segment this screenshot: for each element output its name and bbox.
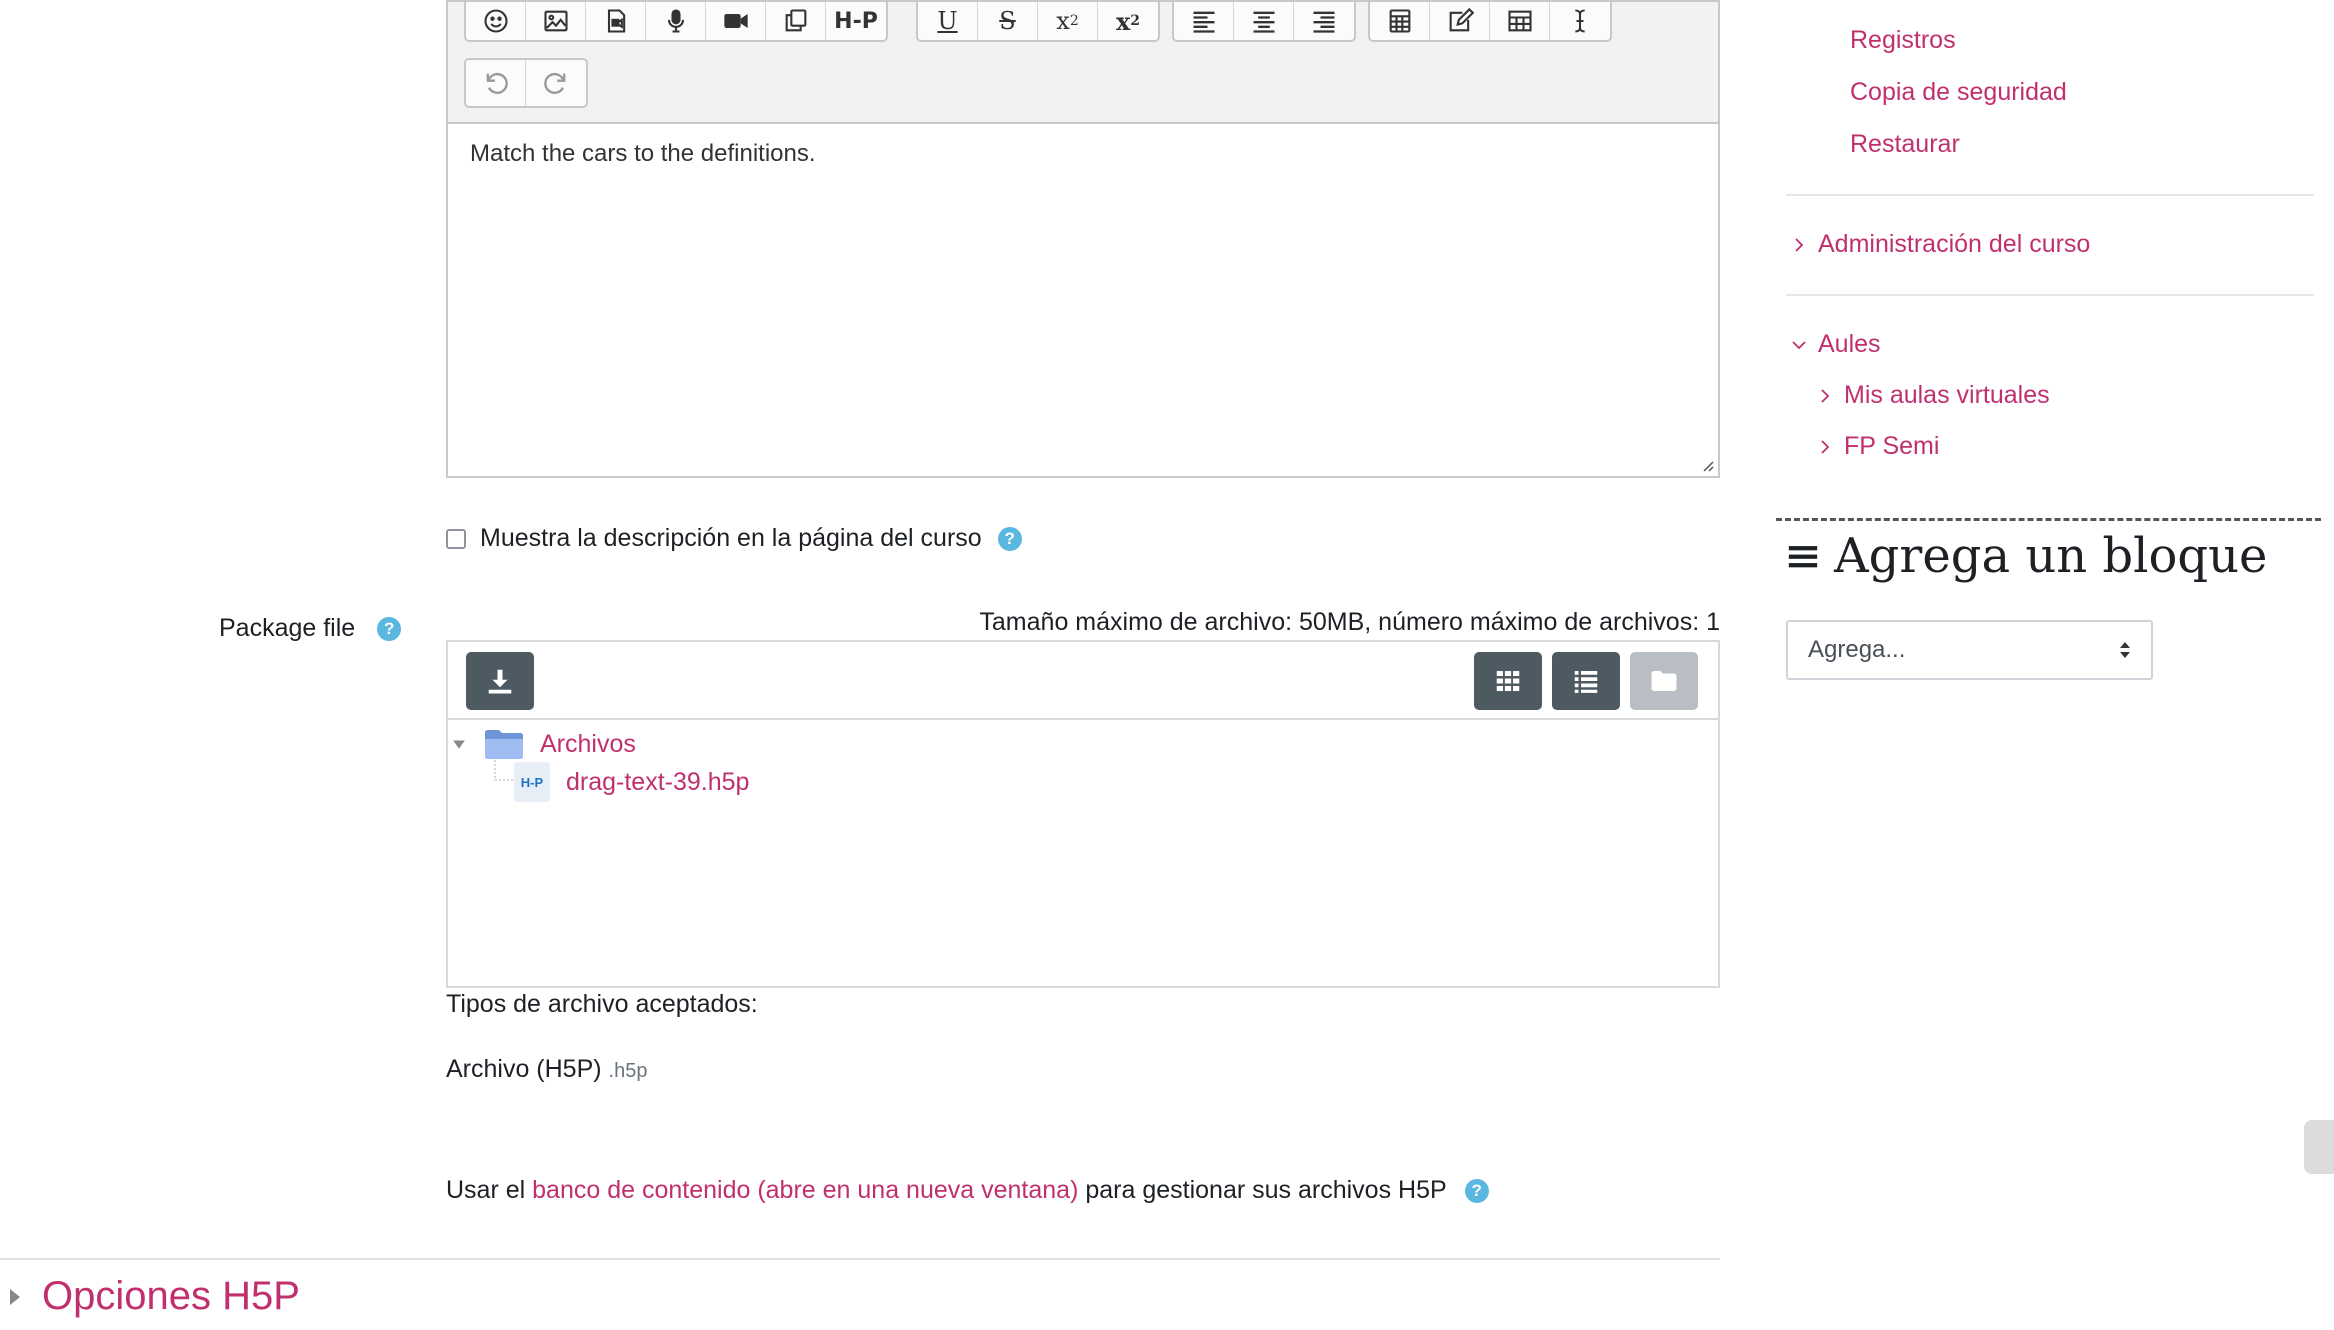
- folder-icon: [485, 730, 523, 759]
- tree-view-button[interactable]: [1630, 652, 1698, 710]
- sidebar-divider: [1786, 194, 2314, 196]
- hamburger-icon: [1788, 546, 1818, 568]
- subscript-icon[interactable]: x2: [1038, 2, 1098, 40]
- toolbar-group-insert: H-P: [464, 2, 888, 42]
- redo-icon[interactable]: [526, 60, 586, 106]
- content-bank-link[interactable]: banco de contenido (abre en una nueva ve…: [532, 1176, 1078, 1205]
- chevron-right-icon: [1786, 237, 1812, 252]
- section-header-opciones[interactable]: Opciones H5P: [10, 1274, 300, 1319]
- block-divider: [1776, 518, 2321, 521]
- help-icon[interactable]: ?: [377, 616, 402, 641]
- package-file-label-row: Package file ?: [219, 614, 402, 643]
- accepted-type-ext: .h5p: [608, 1060, 648, 1082]
- sidebar-item-label[interactable]: Mis aulas virtuales: [1844, 381, 2050, 410]
- package-file-label: Package file: [219, 614, 356, 642]
- scroll-to-top-tab[interactable]: [2304, 1120, 2334, 1174]
- align-center-icon[interactable]: [1234, 2, 1294, 40]
- folder-name[interactable]: Archivos: [540, 730, 636, 759]
- content-bank-prefix: Usar el: [446, 1176, 526, 1204]
- h5p-file-icon: H-P: [514, 762, 550, 802]
- help-icon[interactable]: ?: [997, 526, 1022, 551]
- sidebar-link-copia[interactable]: Copia de seguridad: [1850, 78, 2067, 107]
- help-icon[interactable]: ?: [1464, 1178, 1489, 1203]
- tree-file-row[interactable]: H-P drag-text-39.h5p: [514, 762, 749, 802]
- undo-icon[interactable]: [466, 60, 526, 106]
- tree-folder-row[interactable]: Archivos: [452, 728, 636, 760]
- content-bank-suffix: para gestionar sus archivos H5P: [1085, 1176, 1447, 1204]
- sidebar-item-label[interactable]: Administración del curso: [1818, 230, 2090, 259]
- accepted-type-name: Archivo (H5P): [446, 1055, 602, 1083]
- strikethrough-icon[interactable]: S: [978, 2, 1038, 40]
- chevron-right-icon: [1812, 388, 1838, 403]
- list-view-button[interactable]: [1552, 652, 1620, 710]
- sidebar-item-admin-curso[interactable]: Administración del curso: [1786, 230, 2090, 259]
- file-picker-toolbar: [448, 642, 1718, 720]
- sidebar-link-restaurar[interactable]: Restaurar: [1850, 130, 1960, 159]
- file-name[interactable]: drag-text-39.h5p: [566, 768, 749, 797]
- cursor-icon[interactable]: [1550, 2, 1610, 40]
- emoji-icon[interactable]: [466, 2, 526, 40]
- editor-text: Match the cars to the definitions.: [470, 140, 816, 167]
- add-block-title-text: Agrega un bloque: [1834, 528, 2268, 584]
- add-block-select-value: Agrega...: [1808, 636, 1906, 663]
- toolbar-group-history: [464, 58, 588, 108]
- sidebar-item-fp-semi[interactable]: FP Semi: [1812, 432, 1939, 461]
- sidebar-item-label[interactable]: FP Semi: [1844, 432, 1939, 461]
- edit-icon[interactable]: [1430, 2, 1490, 40]
- accepted-type-row: Archivo (H5P) .h5p: [446, 1055, 647, 1084]
- microphone-icon[interactable]: [646, 2, 706, 40]
- sidebar-link-registros[interactable]: Registros: [1850, 26, 1956, 55]
- download-icon: [488, 669, 512, 694]
- superscript-icon[interactable]: x2: [1098, 2, 1158, 40]
- accepted-types-title: Tipos de archivo aceptados:: [446, 990, 758, 1018]
- sidebar-item-aules[interactable]: Aules: [1786, 330, 1881, 359]
- download-button[interactable]: [466, 652, 534, 710]
- image-icon[interactable]: [526, 2, 586, 40]
- table-icon[interactable]: [1490, 2, 1550, 40]
- tree-connector: [494, 760, 513, 781]
- content-bank-row: Usar el banco de contenido (abre en una …: [446, 1176, 1489, 1205]
- h5p-file-badge: H-P: [520, 774, 544, 790]
- sidebar-item-label[interactable]: Aules: [1818, 330, 1881, 359]
- align-left-icon[interactable]: [1174, 2, 1234, 40]
- add-block-title: Agrega un bloque: [1786, 528, 2267, 584]
- max-file-size: Tamaño máximo de archivo: 50MB, número m…: [979, 608, 1720, 636]
- add-block-select[interactable]: Agrega...: [1786, 620, 2153, 680]
- grid-icon: [1496, 671, 1520, 691]
- calculator-icon[interactable]: [1370, 2, 1430, 40]
- toolbar-group-tools: [1368, 2, 1612, 42]
- toolbar-group-align: [1172, 2, 1356, 42]
- chevron-right-icon: [1812, 439, 1838, 454]
- list-icon: [1574, 671, 1598, 693]
- align-right-icon[interactable]: [1294, 2, 1354, 40]
- collapse-triangle-icon[interactable]: [452, 737, 466, 751]
- section-divider: [0, 1258, 1720, 1260]
- show-description-row: Muestra la descripción en la página del …: [446, 524, 1022, 553]
- copy-icon[interactable]: [766, 2, 826, 40]
- expand-triangle-icon[interactable]: [10, 1288, 20, 1305]
- chevron-down-icon: [1786, 338, 1812, 352]
- toolbar-group-format: U S x2 x2: [916, 2, 1160, 42]
- media-icon[interactable]: [586, 2, 646, 40]
- file-picker: Archivos H-P drag-text-39.h5p: [446, 640, 1720, 988]
- grid-view-button[interactable]: [1474, 652, 1542, 710]
- sidebar-item-mis-aulas[interactable]: Mis aulas virtuales: [1812, 381, 2050, 410]
- video-icon[interactable]: [706, 2, 766, 40]
- show-description-checkbox[interactable]: [446, 528, 466, 549]
- h5p-icon[interactable]: H-P: [826, 2, 886, 40]
- folder-icon: [1651, 671, 1677, 691]
- sidebar-divider: [1786, 294, 2314, 296]
- text-editor: H-P U S x2 x2 Match the cars to the defi…: [446, 0, 1720, 478]
- resize-grip-icon[interactable]: [1700, 458, 1714, 472]
- show-description-label: Muestra la descripción en la página del …: [480, 524, 982, 552]
- underline-icon[interactable]: U: [918, 2, 978, 40]
- select-arrows-icon: [2120, 642, 2130, 658]
- editor-content[interactable]: Match the cars to the definitions.: [448, 122, 1718, 476]
- section-title[interactable]: Opciones H5P: [42, 1274, 300, 1319]
